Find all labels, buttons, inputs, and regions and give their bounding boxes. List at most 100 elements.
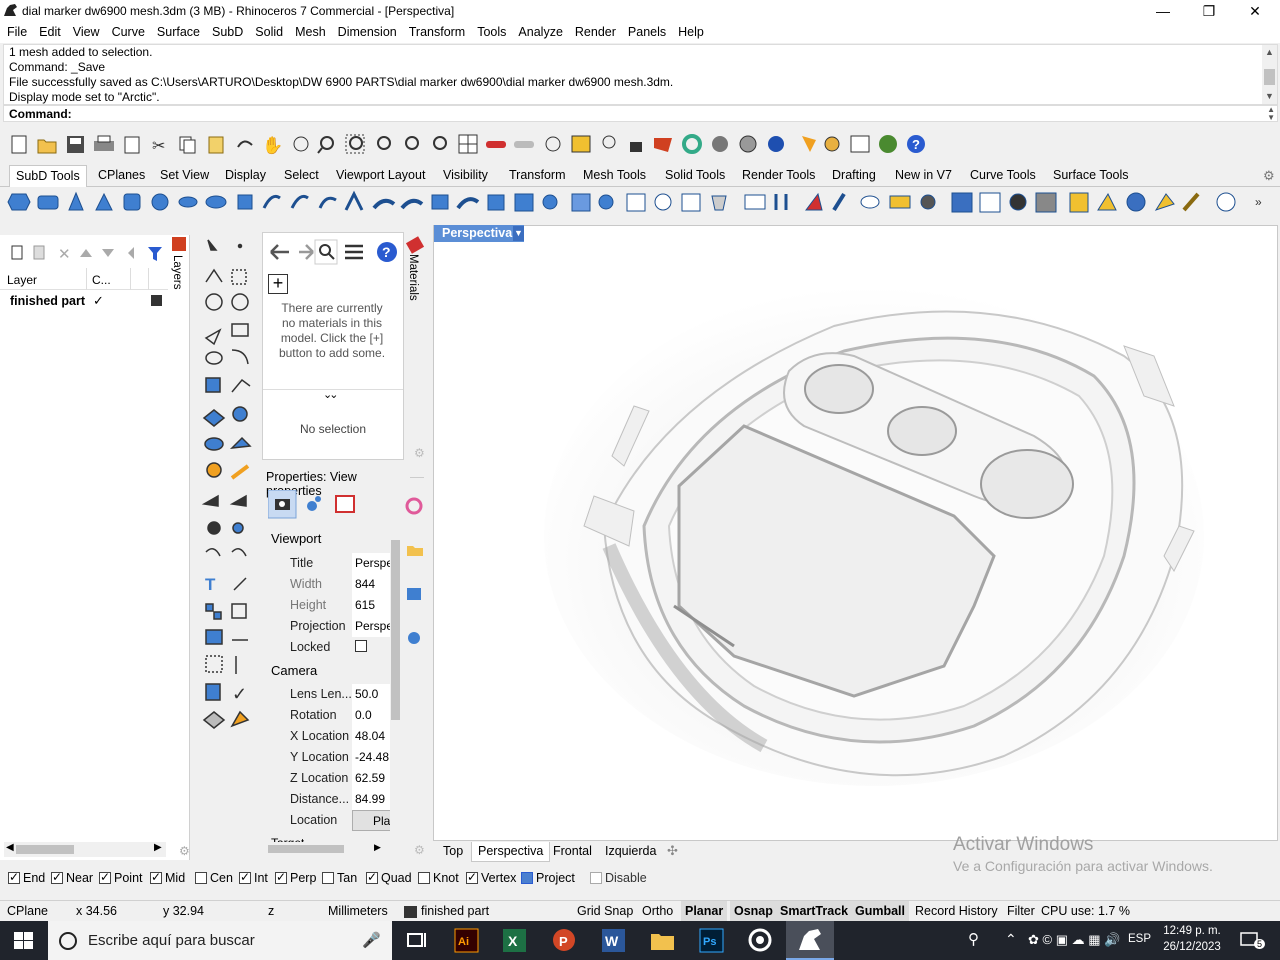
- osnap-knot[interactable]: Knot: [418, 871, 459, 885]
- viewport-menu-dropdown-icon[interactable]: ▼: [513, 226, 524, 241]
- osnap-point-checkbox[interactable]: [99, 870, 111, 884]
- show-hidden-icons-chevron-icon[interactable]: ⌃: [1005, 931, 1017, 948]
- properties-side-tabs[interactable]: [404, 494, 426, 654]
- excel-icon[interactable]: X: [502, 928, 527, 953]
- tab-visibility[interactable]: Visibility: [443, 168, 488, 182]
- materials-options-gear-icon[interactable]: ⚙: [414, 446, 425, 460]
- tab-viewport-top[interactable]: Top: [443, 844, 463, 858]
- illustrator-icon[interactable]: Ai: [454, 928, 479, 953]
- gumball-toggle[interactable]: Gumball: [851, 901, 910, 921]
- locked-checkbox[interactable]: [355, 640, 367, 652]
- osnap-quad-checkbox[interactable]: [366, 870, 378, 884]
- current-column-header[interactable]: C...: [92, 273, 111, 287]
- prop-distance-value[interactable]: 84.99: [352, 789, 394, 810]
- osnap-int-checkbox[interactable]: [239, 870, 251, 884]
- tab-display[interactable]: Display: [225, 168, 266, 182]
- panel-options-gear-icon[interactable]: ⚙: [179, 844, 190, 858]
- tab-cplanes[interactable]: CPlanes: [98, 168, 145, 182]
- osnap-vertex[interactable]: Vertex: [466, 870, 516, 885]
- planar-toggle[interactable]: Planar: [681, 901, 728, 921]
- tab-drafting[interactable]: Drafting: [832, 168, 876, 182]
- properties-options-gear-icon[interactable]: ⚙: [414, 843, 425, 857]
- ortho-toggle[interactable]: Ortho: [642, 904, 673, 918]
- materials-tab[interactable]: Materials: [404, 236, 426, 327]
- layers-hscrollbar[interactable]: ◀ ▶: [4, 842, 166, 857]
- command-line-spinner[interactable]: ▲ ▼: [1267, 106, 1275, 122]
- menu-help[interactable]: Help: [671, 22, 709, 39]
- perspective-viewport[interactable]: [433, 225, 1278, 841]
- microphone-icon[interactable]: 🎤: [362, 931, 381, 949]
- current-layer-status[interactable]: finished part: [421, 904, 489, 918]
- dial-marker-3d-model[interactable]: [434, 226, 1279, 842]
- tab-select[interactable]: Select: [284, 168, 319, 182]
- menu-surface[interactable]: Surface: [150, 22, 205, 39]
- prop-projection-select[interactable]: Perspective: [352, 616, 394, 637]
- osnap-cen-checkbox[interactable]: [195, 872, 207, 884]
- prop-lens-value[interactable]: 50.0: [352, 684, 394, 705]
- language-indicator[interactable]: ESP: [1128, 933, 1151, 945]
- menu-file[interactable]: File: [0, 22, 32, 39]
- osnap-perp[interactable]: Perp: [275, 870, 316, 885]
- prop-x-location-value[interactable]: 48.04: [352, 726, 394, 747]
- osnap-perp-checkbox[interactable]: [275, 870, 287, 884]
- menu-panels[interactable]: Panels: [621, 22, 671, 39]
- current-layer-check[interactable]: ✓: [93, 293, 104, 309]
- close-button[interactable]: ✕: [1232, 0, 1278, 22]
- osnap-mid[interactable]: Mid: [150, 870, 185, 885]
- record-history-toggle[interactable]: Record History: [915, 904, 998, 918]
- add-material-button[interactable]: +: [268, 274, 288, 294]
- layers-tab[interactable]: Layers: [168, 235, 190, 315]
- osnap-knot-checkbox[interactable]: [418, 872, 430, 884]
- toolbar-settings-gear-icon[interactable]: ⚙: [1263, 168, 1275, 184]
- clock-date[interactable]: 26/12/2023: [1162, 941, 1222, 953]
- rhino-taskbar-button[interactable]: [786, 921, 834, 960]
- tab-new-in-v7[interactable]: New in V7: [895, 168, 952, 182]
- osnap-end[interactable]: End: [8, 870, 45, 885]
- units-status[interactable]: Millimeters: [328, 904, 388, 918]
- osnap-cen[interactable]: Cen: [195, 871, 233, 885]
- maximize-button[interactable]: ❐: [1186, 0, 1232, 22]
- expand-chevron-icon[interactable]: ⌄⌄: [323, 388, 339, 401]
- osnap-project-checkbox[interactable]: [521, 872, 533, 884]
- tab-render-tools[interactable]: Render Tools: [742, 168, 815, 182]
- tab-set-view[interactable]: Set View: [160, 168, 209, 182]
- tab-solid-tools[interactable]: Solid Tools: [665, 168, 725, 182]
- menu-solid[interactable]: Solid: [248, 22, 288, 39]
- properties-page-tabs[interactable]: [268, 490, 364, 520]
- prop-rotation-value[interactable]: 0.0: [352, 705, 394, 726]
- word-icon[interactable]: W: [601, 928, 626, 953]
- place-button[interactable]: Place...: [352, 810, 394, 831]
- menu-subd[interactable]: SubD: [205, 22, 248, 39]
- osnap-project[interactable]: Project: [521, 871, 575, 885]
- osnap-tan[interactable]: Tan: [322, 871, 357, 885]
- prop-z-location-value[interactable]: 62.59: [352, 768, 394, 789]
- osnap-mid-checkbox[interactable]: [150, 870, 162, 884]
- menu-analyze[interactable]: Analyze: [511, 22, 567, 39]
- materials-nav-toolbar[interactable]: ?: [267, 239, 401, 265]
- osnap-int[interactable]: Int: [239, 870, 268, 885]
- osnap-point[interactable]: Point: [99, 870, 143, 885]
- menu-curve[interactable]: Curve: [105, 22, 150, 39]
- taskbar-search-box[interactable]: Escribe aquí para buscar 🎤: [48, 921, 392, 960]
- osnap-toggle[interactable]: Osnap: [730, 901, 777, 921]
- osnap-disable[interactable]: Disable: [590, 871, 647, 885]
- menu-dimension[interactable]: Dimension: [331, 22, 402, 39]
- tab-transform[interactable]: Transform: [509, 168, 566, 182]
- layers-toolbar[interactable]: ✕: [8, 243, 168, 263]
- menu-tools[interactable]: Tools: [470, 22, 511, 39]
- tab-viewport-perspectiva[interactable]: Perspectiva: [471, 842, 551, 862]
- osnap-near[interactable]: Near: [51, 870, 93, 885]
- viewport-title-tab[interactable]: Perspectiva ▼: [434, 225, 524, 242]
- smarttrack-toggle[interactable]: SmartTrack: [776, 901, 853, 921]
- tab-curve-tools[interactable]: Curve Tools: [970, 168, 1036, 182]
- osnap-near-checkbox[interactable]: [51, 870, 63, 884]
- menu-render[interactable]: Render: [568, 22, 621, 39]
- properties-vscrollbar[interactable]: [390, 526, 401, 832]
- tab-surface-tools[interactable]: Surface Tools: [1053, 168, 1129, 182]
- layer-color-swatch[interactable]: [151, 295, 162, 306]
- steam-icon[interactable]: [748, 928, 773, 953]
- filter-button[interactable]: Filter: [1007, 904, 1035, 918]
- osnap-tan-checkbox[interactable]: [322, 872, 334, 884]
- grid-snap-toggle[interactable]: Grid Snap: [577, 904, 633, 918]
- task-view-icon[interactable]: [405, 928, 430, 953]
